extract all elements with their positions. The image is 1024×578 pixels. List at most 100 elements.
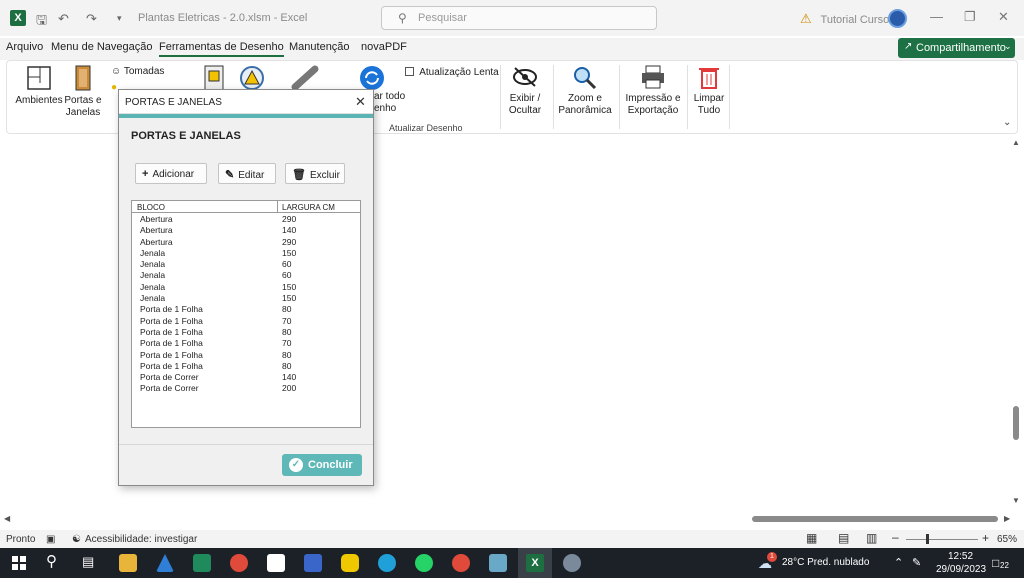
share-icon: ↗ [904,41,913,52]
macro-record-icon[interactable]: ▣ [46,534,55,545]
close-window-icon[interactable]: ✕ [998,9,1009,25]
excel-taskbar-active[interactable]: X [518,548,552,578]
delete-button[interactable]: 🗑 Excluir [285,163,345,184]
concluir-button[interactable]: ✓ Concluir [282,454,362,476]
menu-novapdf[interactable]: novaPDF [361,41,407,53]
zoom-slider-handle[interactable] [926,534,929,544]
list-item[interactable]: Porta de 1 Folha 70 [132,337,360,348]
atualizar-label-1: ar todo [374,91,406,102]
list-item[interactable]: Abertura 290 [132,236,360,247]
account-area[interactable]: ⚠ Tutorial Cursos [800,11,895,27]
portas-janelas-dialog: PORTAS E JANELAS ✕ PORTAS E JANELAS + Adi… [118,89,374,486]
menu-navegacao[interactable]: Menu de Navegação [51,41,153,53]
zoom-panoramica-button[interactable]: Zoom e Panorâmica [555,65,615,117]
tray-expand-icon[interactable]: ⌃ [894,556,903,569]
scroll-thumb[interactable] [1013,406,1019,440]
list-item[interactable]: Porta de Correr 140 [132,371,360,382]
list-item[interactable]: Porta de Correr 200 [132,382,360,393]
list-item[interactable]: Abertura 140 [132,224,360,235]
horizontal-scrollbar[interactable]: ◀ ▶ [0,512,1024,526]
app-green-icon[interactable] [193,554,211,572]
list-rows: Abertura 290 Abertura 140 Abertura 290 Jenala 1… [132,213,360,394]
scroll-down-icon[interactable]: ▼ [1012,496,1020,505]
close-icon[interactable]: ✕ [355,94,366,110]
impressao-exportacao-button[interactable]: Impressão e Exportação [621,65,685,117]
zoom-slider[interactable] [906,539,978,540]
list-item[interactable]: Porta de 1 Folha 80 [132,326,360,337]
list-item[interactable]: Porta de 1 Folha 80 [132,349,360,360]
conduit-icon[interactable] [291,65,319,91]
media-app-icon[interactable] [304,554,322,572]
list-item[interactable]: Jenala 150 [132,247,360,258]
list-item[interactable]: Jenala 60 [132,258,360,269]
atualizar-todo-button[interactable]: ar todo enho [374,91,405,115]
chrome-profile-icon[interactable] [452,554,470,572]
menu-arquivo[interactable]: Arquivo [6,41,43,53]
hscroll-thumb[interactable] [752,516,998,522]
menu-manutencao[interactable]: Manutenção [289,41,350,53]
refresh-icon[interactable] [359,65,385,91]
list-item[interactable]: Jenala 150 [132,281,360,292]
search-input[interactable]: ⚲ Pesquisar [381,6,657,30]
share-button[interactable]: ↗ Compartilhamento ⌄ [898,38,1015,58]
list-item[interactable]: Porta de 1 Folha 80 [132,303,360,314]
ambientes-button[interactable]: Ambientes [15,65,63,107]
zoom-in-icon[interactable]: + [982,531,989,545]
restore-icon[interactable]: ❐ [964,9,976,25]
ribbon-divider [729,65,730,129]
weather-text[interactable]: 28°C Pred. nublado [782,557,869,568]
notification-icon[interactable]: □ [992,556,999,570]
zoom-level[interactable]: 65% [997,534,1017,545]
save-icon[interactable]: 🖫 [36,11,47,33]
scroll-right-icon[interactable]: ▶ [1004,514,1010,523]
undo-icon[interactable]: ↶ [58,11,69,27]
portas-janelas-button[interactable]: Portas e Janelas [63,65,103,119]
edit-button[interactable]: ✎ Editar [218,163,276,184]
plex-icon[interactable] [341,554,359,572]
list-item[interactable]: Porta de 1 Folha 80 [132,360,360,371]
vertical-scrollbar[interactable]: ▲ ▼ [1010,138,1022,510]
taskbar-search-icon[interactable]: ⚲ [46,552,57,570]
ribbon-collapse-icon[interactable]: ⌄ [1003,117,1011,128]
list-item[interactable]: Jenala 150 [132,292,360,303]
clock-time[interactable]: 12:52 [948,551,973,562]
whatsapp-icon[interactable] [415,554,433,572]
file-explorer-icon[interactable] [119,554,137,572]
accessibility-status[interactable]: Acessibilidade: investigar [85,534,197,545]
windows-start-icon[interactable] [12,556,26,570]
electrical-panel-icon[interactable] [203,65,225,91]
app-white-icon[interactable] [267,554,285,572]
app-gear-icon[interactable] [563,554,581,572]
pen-icon[interactable]: ✎ [912,556,921,569]
task-view-icon[interactable]: ▤ [82,554,94,570]
list-item[interactable]: Porta de 1 Folha 70 [132,315,360,326]
clock-date[interactable]: 29/09/2023 [936,564,986,575]
atualizacao-lenta-checkbox[interactable]: Atualização Lenta [405,67,499,78]
warning-panel-icon[interactable] [239,65,265,91]
page-layout-icon[interactable]: ▤ [838,531,849,545]
zoom-out-icon[interactable]: – [892,530,899,544]
normal-view-icon[interactable]: ▦ [806,531,817,545]
autocad-icon[interactable] [156,554,174,572]
qat-customize-icon[interactable]: ▾ [117,13,122,24]
chrome-icon[interactable] [230,554,248,572]
redo-icon[interactable]: ↷ [86,11,97,27]
page-break-icon[interactable]: ▥ [866,531,877,545]
add-button[interactable]: + Adicionar [135,163,207,184]
limpar-tudo-button[interactable]: Limpar Tudo [689,65,729,117]
edge-icon[interactable] [378,554,396,572]
avatar[interactable] [888,9,907,28]
blocks-listbox[interactable]: BLOCO LARGURA CM Abertura 290 Abertura 140 A… [131,200,361,428]
menu-ferramentas-desenho[interactable]: Ferramentas de Desenho [159,41,284,57]
notepad-icon[interactable] [489,554,507,572]
lightbulb-icon: ● [111,82,118,93]
tomadas-button[interactable]: ☺ Tomadas [111,66,164,77]
scroll-up-icon[interactable]: ▲ [1012,138,1020,147]
list-item[interactable]: Jenala 60 [132,269,360,280]
dialog-titlebar[interactable]: PORTAS E JANELAS ✕ [119,90,373,114]
minimize-icon[interactable]: — [930,9,943,24]
scroll-left-icon[interactable]: ◀ [4,514,10,523]
exibir-ocultar-button[interactable]: Exibir / Ocultar [501,65,549,117]
cell-bloco: Porta de 1 Folha [140,326,203,337]
list-item[interactable]: Abertura 290 [132,213,360,224]
